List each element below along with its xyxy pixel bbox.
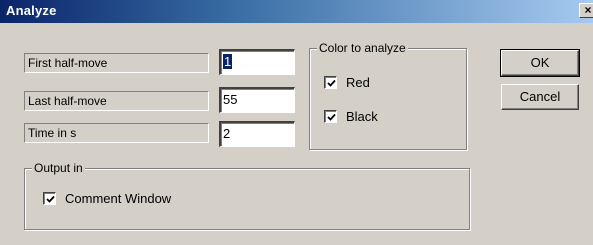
checkbox-comment-window[interactable]: Comment Window <box>43 189 171 207</box>
comment-window-checkbox-label: Comment Window <box>65 190 172 206</box>
close-button[interactable]: × <box>579 3 593 18</box>
color-to-analyze-title: Color to analyze <box>317 40 408 56</box>
check-icon <box>327 113 336 121</box>
dialog-title: Analyze <box>6 3 57 18</box>
first-half-move-label: First half-move <box>24 53 209 73</box>
first-half-move-input[interactable]: 1 <box>219 49 295 75</box>
time-in-s-value: 2 <box>223 126 231 141</box>
red-checkbox-box[interactable] <box>324 75 337 89</box>
time-in-s-label: Time in s <box>24 123 209 143</box>
cancel-button[interactable]: Cancel <box>501 84 579 110</box>
black-checkbox-box[interactable] <box>324 109 337 123</box>
check-icon <box>327 79 336 87</box>
black-checkbox-label: Black <box>346 108 378 124</box>
first-half-move-value: 1 <box>223 54 233 69</box>
color-to-analyze-group: Color to analyze <box>309 40 467 150</box>
red-checkbox-label: Red <box>346 74 370 90</box>
time-in-s-input[interactable]: 2 <box>219 121 295 147</box>
close-icon: × <box>584 3 592 17</box>
last-half-move-value: 55 <box>223 92 238 107</box>
last-half-move-input[interactable]: 55 <box>219 87 295 113</box>
check-icon <box>46 195 55 203</box>
comment-window-checkbox-box[interactable] <box>43 191 56 205</box>
checkbox-black[interactable]: Black <box>324 107 378 125</box>
title-bar[interactable]: Analyze × <box>0 0 593 23</box>
output-in-title: Output in <box>32 160 85 176</box>
checkbox-red[interactable]: Red <box>324 73 370 91</box>
analyze-dialog: Analyze × First half-move 1 Last half-mo… <box>0 0 593 245</box>
last-half-move-label: Last half-move <box>24 91 209 111</box>
ok-button[interactable]: OK <box>500 49 580 77</box>
